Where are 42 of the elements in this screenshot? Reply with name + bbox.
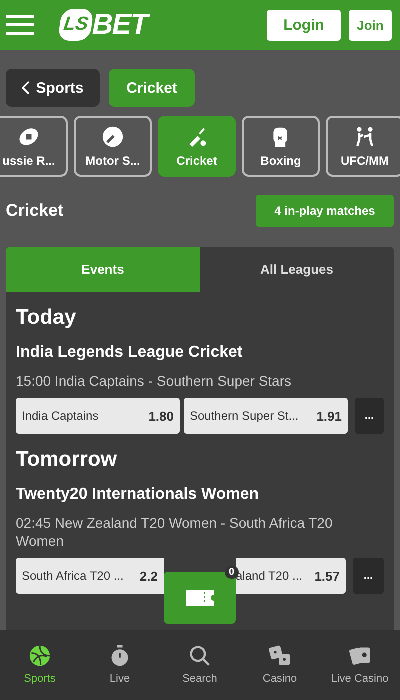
- day-heading: Tomorrow: [16, 448, 118, 472]
- fighters-icon: [354, 126, 376, 148]
- nav-item[interactable]: Live Casino: [320, 630, 400, 700]
- nav-item[interactable]: Live: [80, 630, 160, 700]
- league-title: Twenty20 Internationals Women: [16, 486, 260, 504]
- match-title[interactable]: 02:45 New Zealand T20 Women - South Africa T20 Women: [16, 514, 384, 550]
- playing-cards-icon: [349, 645, 371, 667]
- sport-tab[interactable]: UFC/MM: [326, 116, 400, 177]
- search-icon: [189, 645, 211, 667]
- ticket-icon: [185, 589, 215, 607]
- tab[interactable]: All Leagues: [200, 247, 394, 292]
- ball-icon: [29, 645, 51, 667]
- back-button[interactable]: Sports: [6, 69, 100, 107]
- odds-button[interactable]: Southern Super St... 1.91: [184, 398, 348, 434]
- gauge-icon: [102, 126, 124, 148]
- sport-tab[interactable]: Cricket: [158, 116, 236, 177]
- more-button[interactable]: ...: [355, 398, 384, 434]
- nav-item[interactable]: Sports: [0, 630, 80, 700]
- odds-button[interactable]: India Captains 1.80: [16, 398, 180, 434]
- login-button[interactable]: Login: [267, 10, 341, 40]
- section-title: Cricket: [6, 201, 64, 221]
- sport-tab[interactable]: Motor S...: [74, 116, 152, 177]
- match-title[interactable]: 15:00 India Captains - Southern Super Stars: [16, 372, 384, 390]
- league-title: India Legends League Cricket: [16, 344, 244, 362]
- menu-icon[interactable]: [6, 14, 34, 36]
- sport-tab[interactable]: ussie R...: [0, 116, 68, 177]
- football-icon: [18, 126, 40, 148]
- nav-item[interactable]: Search: [160, 630, 240, 700]
- day-heading: Today: [16, 306, 78, 330]
- logo-text: BET: [92, 8, 148, 42]
- chevron-left-icon: [22, 81, 30, 95]
- nav-item[interactable]: Casino: [240, 630, 320, 700]
- stopwatch-icon: [109, 645, 131, 667]
- tab[interactable]: Events: [6, 247, 200, 292]
- current-sport-button[interactable]: Cricket: [109, 69, 195, 107]
- dice-icon: [269, 645, 291, 667]
- sport-tab[interactable]: Boxing: [242, 116, 320, 177]
- odds-button[interactable]: South Africa T20 ... 2.2: [16, 558, 164, 594]
- odds-button[interactable]: aland T20 ... 1.57: [236, 558, 346, 594]
- more-button[interactable]: ...: [353, 558, 384, 594]
- in-play-button[interactable]: 4 in-play matches: [256, 195, 394, 227]
- join-button[interactable]: Join: [349, 10, 392, 40]
